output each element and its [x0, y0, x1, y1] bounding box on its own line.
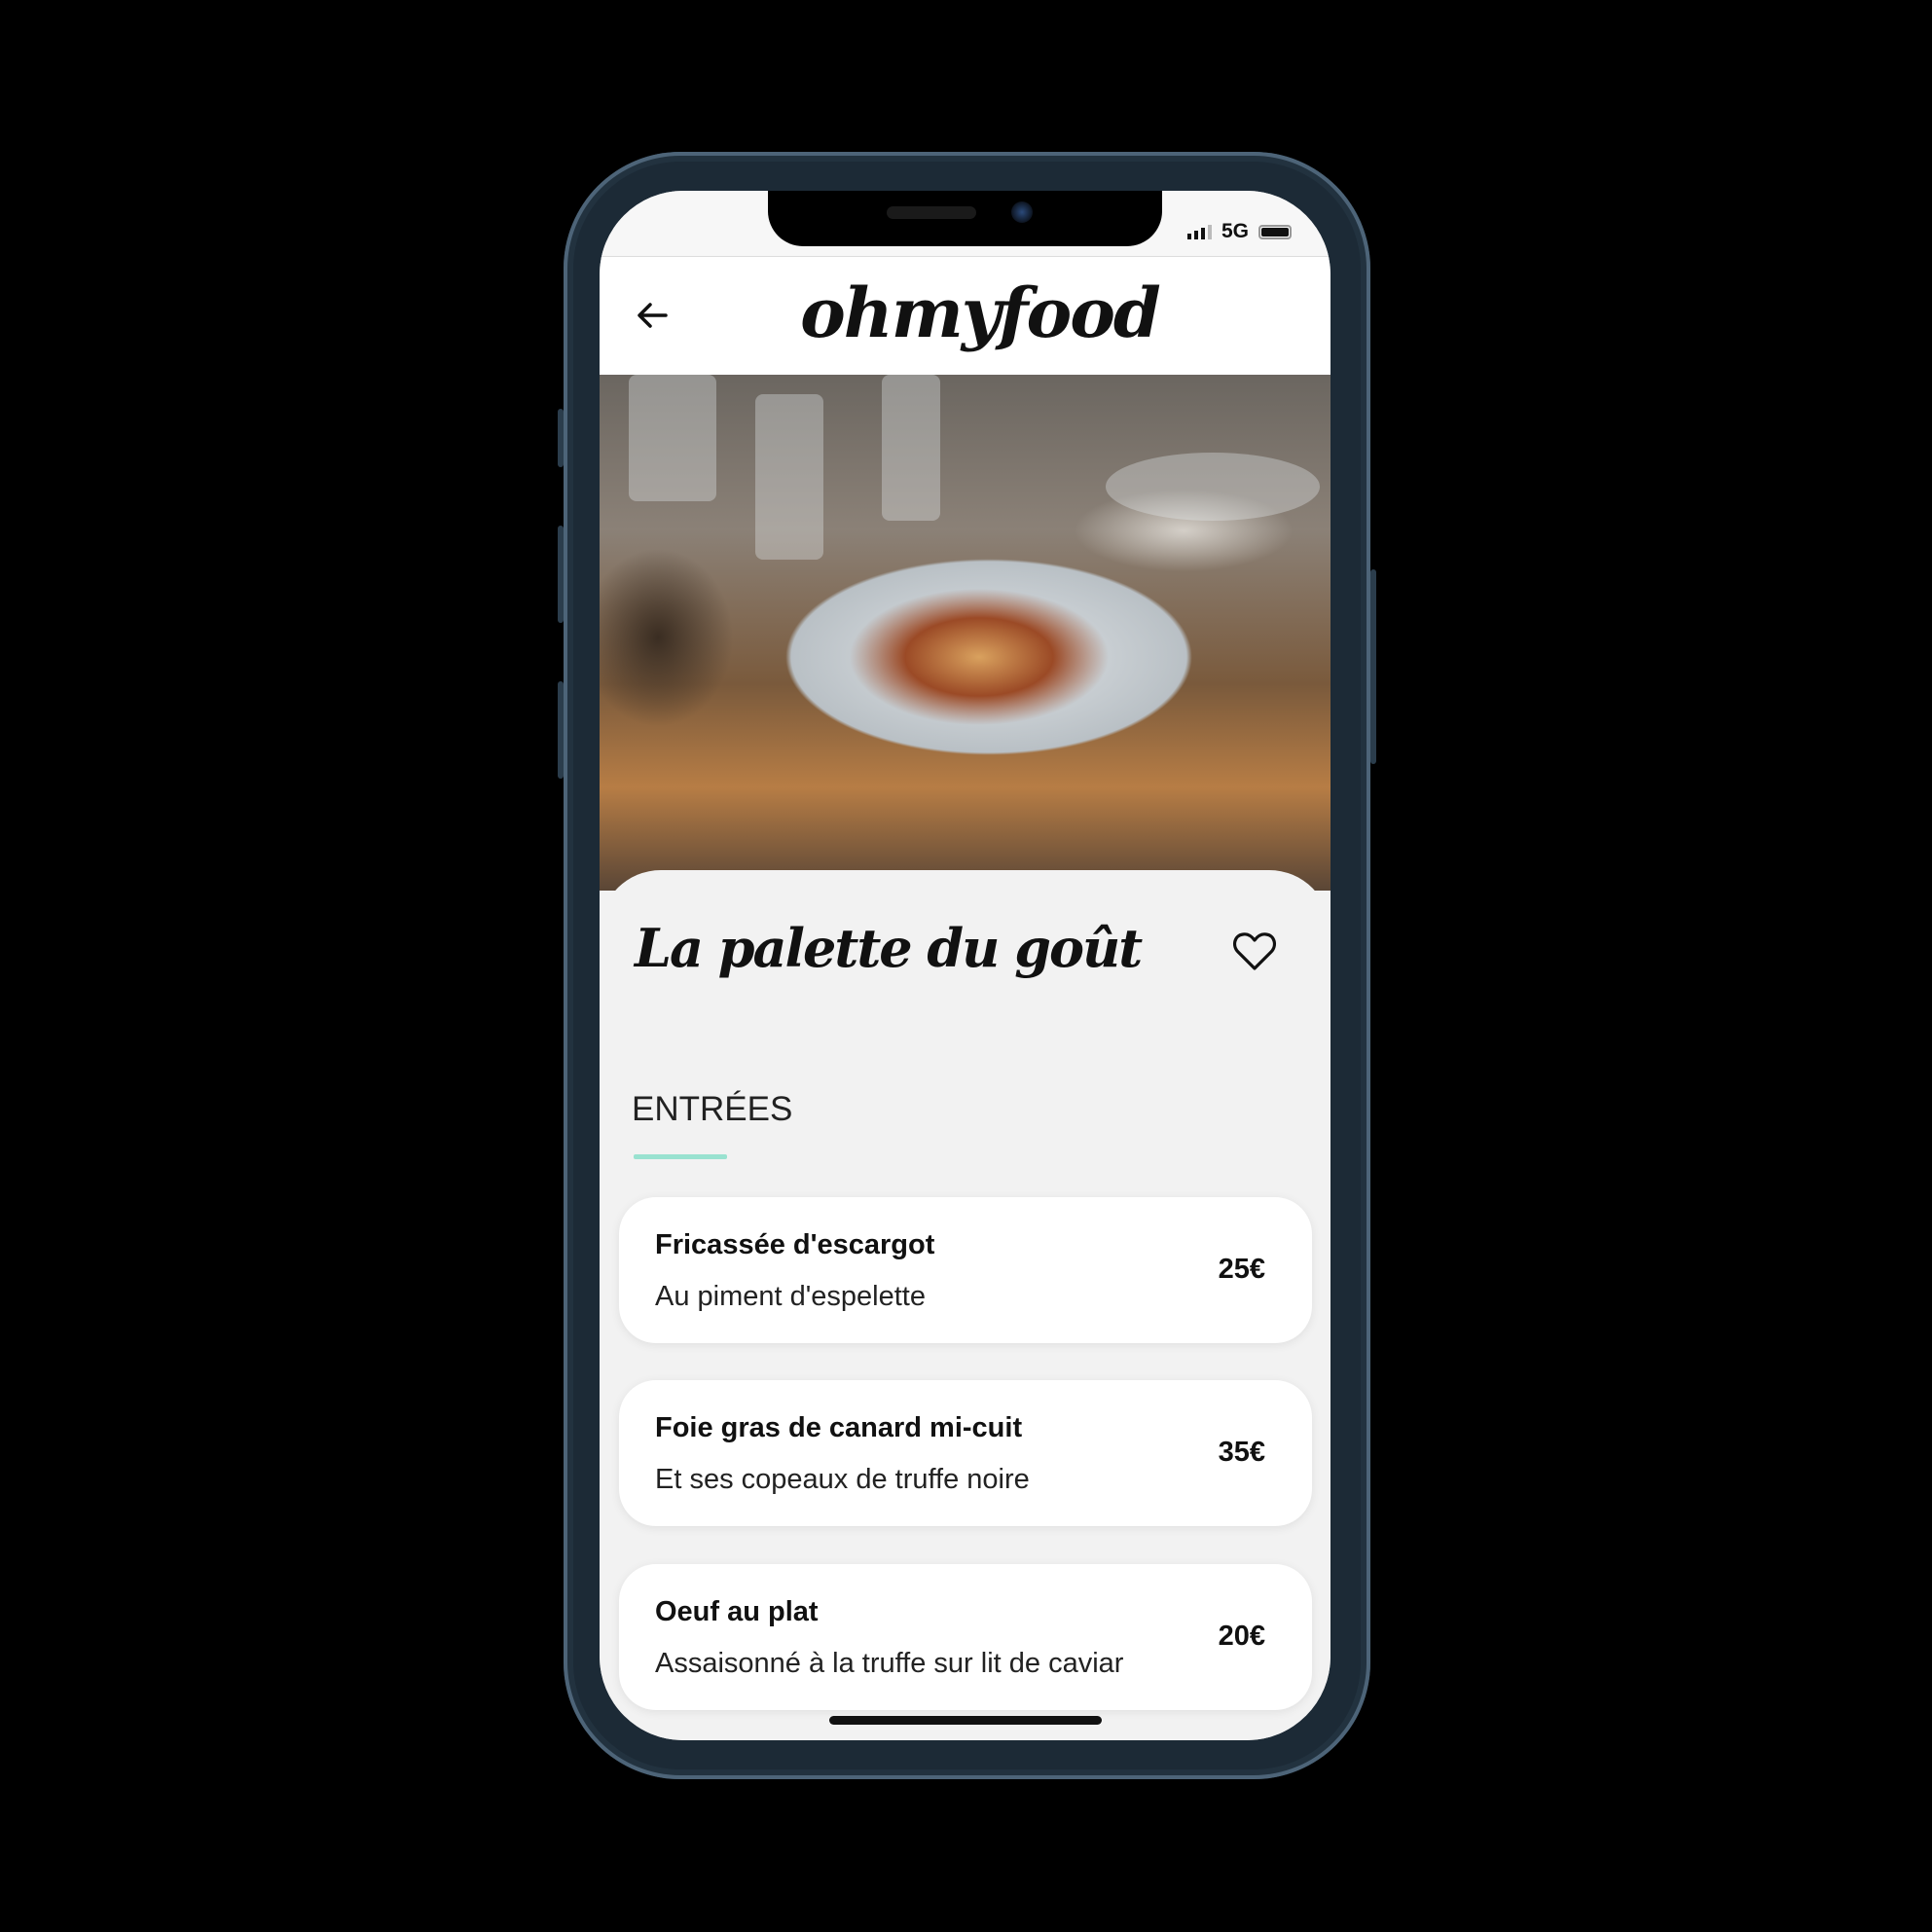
dish-description: Et ses copeaux de truffe noire — [655, 1464, 1030, 1495]
phone-screen: 5G ohmyfood La palette du goût ENTRÉES F… — [600, 191, 1331, 1740]
menu-item[interactable]: Fricassée d'escargot Au piment d'espelet… — [619, 1197, 1312, 1343]
phone-volume-down — [558, 681, 564, 779]
phone-side-button — [558, 409, 564, 467]
app-logo[interactable]: ohmyfood — [600, 273, 1331, 353]
home-indicator[interactable] — [829, 1716, 1102, 1725]
restaurant-panel: La palette du goût ENTRÉES Fricassée d'e… — [600, 870, 1331, 1740]
section-title: ENTRÉES — [632, 1090, 793, 1128]
battery-icon — [1258, 224, 1292, 239]
dish-name: Fricassée d'escargot — [655, 1229, 935, 1260]
section-underline — [634, 1154, 727, 1159]
camera — [1011, 201, 1033, 223]
dish-description: Assaisonné à la truffe sur lit de caviar — [655, 1648, 1124, 1679]
dish-name: Foie gras de canard mi-cuit — [655, 1412, 1023, 1443]
restaurant-name: La palette du goût — [635, 917, 1143, 979]
heart-outline-icon[interactable] — [1232, 930, 1277, 971]
phone-power-button — [1370, 569, 1376, 764]
dish-name: Oeuf au plat — [655, 1596, 819, 1627]
dish-description: Au piment d'espelette — [655, 1281, 926, 1312]
network-type: 5G — [1221, 220, 1249, 242]
dish-price: 35€ — [1218, 1437, 1265, 1468]
menu-item[interactable]: Foie gras de canard mi-cuit Et ses copea… — [619, 1380, 1312, 1526]
restaurant-photo — [600, 375, 1331, 891]
notch — [768, 191, 1162, 246]
status-bar: 5G — [600, 191, 1331, 256]
app-header: ohmyfood — [600, 256, 1331, 376]
speaker — [887, 206, 976, 219]
phone-volume-up — [558, 526, 564, 623]
dish-price: 20€ — [1218, 1621, 1265, 1652]
signal-bars-icon — [1186, 224, 1212, 239]
menu-item[interactable]: Oeuf au plat Assaisonné à la truffe sur … — [619, 1564, 1312, 1710]
dish-price: 25€ — [1218, 1254, 1265, 1285]
